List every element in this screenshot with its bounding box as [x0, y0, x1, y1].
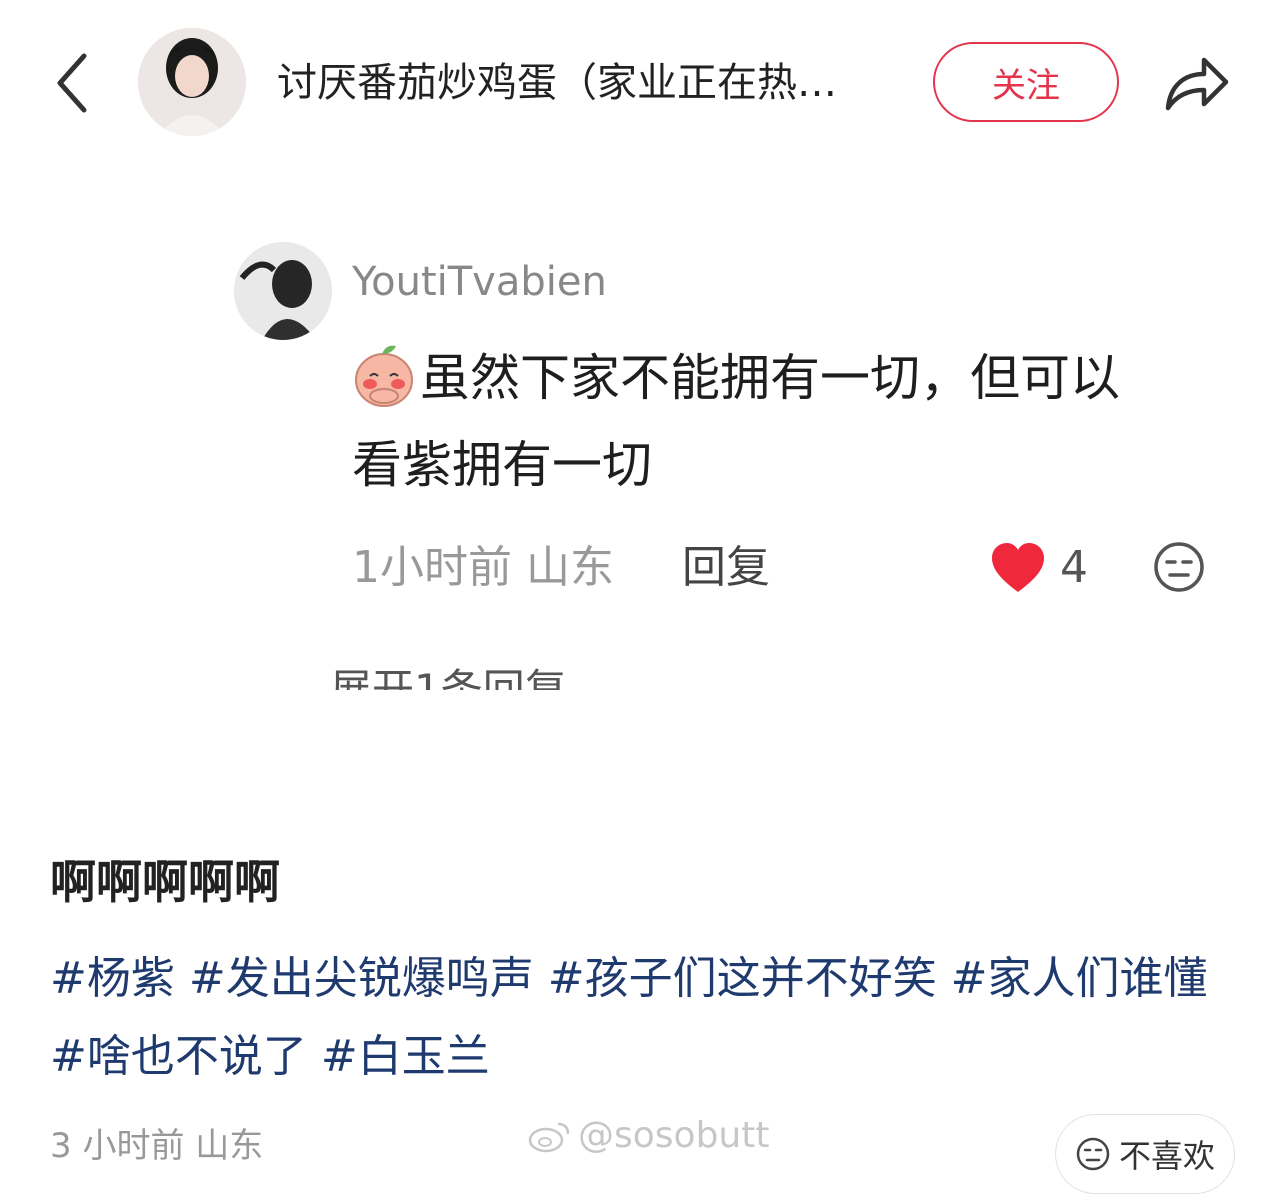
- hashtag[interactable]: #家人们谁懂: [951, 953, 1208, 1004]
- post-tags: #杨紫 #发出尖锐爆鸣声 #孩子们这并不好笑 #家人们谁懂 #啥也不说了 #白玉兰: [50, 940, 1230, 1096]
- dislike-label: 不喜欢: [1118, 1137, 1215, 1175]
- hashtag[interactable]: #白玉兰: [321, 1031, 490, 1082]
- hashtag[interactable]: #发出尖锐爆鸣声: [189, 953, 534, 1004]
- watermark: @sosobutt: [528, 1114, 769, 1158]
- author-name[interactable]: 讨厌番茄炒鸡蛋（家业正在热…: [277, 55, 897, 111]
- comment-reply-button[interactable]: 回复: [682, 540, 770, 596]
- hashtag[interactable]: #孩子们这并不好笑: [548, 953, 937, 1004]
- dislike-button[interactable]: 不喜欢: [1055, 1114, 1235, 1194]
- heart-icon[interactable]: [988, 540, 1048, 596]
- meh-face-icon[interactable]: [1152, 540, 1206, 594]
- post-title: 啊啊啊啊啊: [50, 855, 280, 909]
- hashtag[interactable]: #啥也不说了: [50, 1031, 307, 1082]
- follow-button[interactable]: 关注: [933, 42, 1119, 122]
- meh-face-icon: [1076, 1137, 1110, 1171]
- post-time-location: 3 小时前 山东: [50, 1126, 264, 1166]
- author-avatar[interactable]: [138, 28, 246, 136]
- share-icon[interactable]: [1160, 48, 1232, 118]
- watermark-text: @sosobutt: [578, 1115, 770, 1156]
- comment-text-continued: 看紫拥有一切: [352, 436, 652, 494]
- expand-replies-link[interactable]: 展开1条回复: [330, 662, 567, 690]
- comment-text: 虽然下家不能拥有一切，但可以: [420, 349, 1120, 407]
- like-count: 4: [1060, 542, 1088, 593]
- comment-time-location: 1小时前 山东: [352, 542, 614, 593]
- weibo-logo-icon: [528, 1122, 570, 1153]
- commenter-username: YoutiTvabien: [352, 262, 607, 302]
- commenter-avatar: [234, 242, 332, 340]
- hashtag[interactable]: #杨紫: [50, 953, 175, 1004]
- blush-peach-emoji-icon: [352, 340, 416, 408]
- back-icon[interactable]: [50, 48, 100, 118]
